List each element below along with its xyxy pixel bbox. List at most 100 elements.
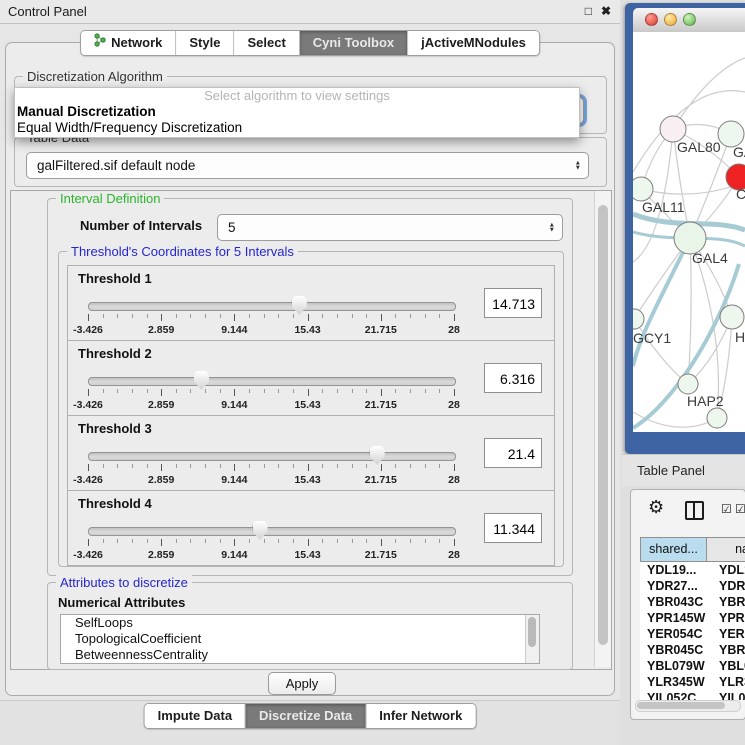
bottom-tab-infer-network[interactable]: Infer Network (365, 704, 475, 728)
dropdown-option-manual-discretization[interactable]: Manual Discretization (15, 104, 579, 120)
tick-mark (381, 464, 382, 471)
network-node[interactable] (633, 309, 644, 329)
group-title: Interval Definition (56, 191, 164, 206)
tick-mark (410, 464, 411, 468)
tab-jactivemnodules[interactable]: jActiveMNodules (407, 31, 539, 55)
number-of-intervals-value: 5 (228, 215, 236, 240)
tick-label: -3.426 (73, 324, 103, 336)
table-row[interactable]: YER054CYER0 (640, 626, 745, 642)
slider-thumb[interactable] (194, 371, 209, 390)
table-row[interactable]: YLR345WYLR3 (640, 674, 745, 690)
attribute-list-item[interactable]: SelfLoops (61, 615, 539, 631)
table-row[interactable]: YBL079WYBL0 (640, 658, 745, 674)
scrollbar-thumb[interactable] (598, 205, 608, 645)
slider-track[interactable] (88, 527, 456, 536)
slider-ticks (88, 539, 454, 548)
tick-mark (190, 539, 191, 543)
checkbox-icon[interactable]: ☑ (735, 502, 745, 516)
network-canvas[interactable]: GAL80GACGAL11GAL4GCY1HHAP2 (633, 32, 745, 432)
tick-mark (220, 314, 221, 318)
bottom-tab-discretize-data[interactable]: Discretize Data (245, 704, 365, 728)
slider-thumb[interactable] (292, 296, 307, 315)
threshold-slider[interactable]: -3.4262.8599.14415.4321.71528 (86, 444, 460, 488)
tick-mark (132, 539, 133, 543)
slider-track[interactable] (88, 302, 456, 311)
tick-mark (322, 539, 323, 543)
slider-thumb[interactable] (370, 446, 385, 465)
tick-mark (439, 539, 440, 543)
tick-mark (410, 539, 411, 543)
tick-mark (278, 389, 279, 393)
network-node[interactable] (633, 177, 653, 201)
scrollbar-thumb[interactable] (528, 617, 536, 647)
cell-name: YBR0 (707, 594, 745, 610)
scrollbar-thumb[interactable] (637, 702, 725, 709)
close-panel-icon[interactable]: ✖ (601, 0, 611, 23)
table-row[interactable]: YDL19...YDL1 (640, 562, 745, 578)
horizontal-scrollbar[interactable] (635, 700, 741, 712)
threshold-slider[interactable]: -3.4262.8599.14415.4321.71528 (86, 519, 460, 563)
threshold-value-field[interactable]: 21.4 (484, 438, 542, 468)
attribute-list-item[interactable]: BetweennessCentrality (61, 647, 539, 663)
slider-ticks (88, 314, 454, 323)
tick-mark (103, 389, 104, 393)
tick-mark (293, 539, 294, 543)
bottom-tab-label: Impute Data (158, 704, 232, 728)
tab-style[interactable]: Style (175, 31, 233, 55)
gear-icon[interactable]: ⚙ (648, 497, 664, 518)
numerical-attributes-list[interactable]: SelfLoopsTopologicalCoefficientBetweenne… (60, 614, 540, 664)
attribute-list-item[interactable]: TopologicalCoefficient (61, 631, 539, 647)
vertical-scrollbar[interactable] (594, 191, 611, 667)
dropdown-option-equal-width-frequency[interactable]: Equal Width/Frequency Discretization (15, 120, 579, 136)
list-scrollbar[interactable] (525, 615, 539, 663)
network-node[interactable] (720, 305, 744, 329)
slider-thumb[interactable] (253, 521, 268, 540)
control-panel-titlebar: Control Panel □ ✖ (0, 0, 620, 24)
network-node[interactable] (678, 374, 698, 394)
number-of-intervals-label: Number of Intervals (80, 218, 202, 233)
threshold-value-field[interactable]: 11.344 (484, 513, 542, 543)
tick-mark (161, 389, 162, 396)
number-of-intervals-combobox[interactable]: 5 ▲▼ (217, 214, 563, 241)
threshold-slider[interactable]: -3.4262.8599.14415.4321.71528 (86, 294, 460, 338)
table-row[interactable]: YBR045CYBR0 (640, 642, 745, 658)
slider-track[interactable] (88, 377, 456, 386)
tick-mark (366, 539, 367, 543)
tick-mark (454, 389, 455, 396)
zoom-traffic-light-icon[interactable] (683, 13, 696, 26)
table-row[interactable]: YBR043CYBR0 (640, 594, 745, 610)
close-traffic-light-icon[interactable] (645, 13, 658, 26)
bottom-tab-label: Discretize Data (259, 704, 352, 728)
tick-mark (234, 464, 235, 471)
network-node[interactable] (707, 408, 727, 428)
tab-cyni-toolbox[interactable]: Cyni Toolbox (299, 31, 407, 55)
tick-label: 2.859 (148, 324, 174, 336)
tab-network[interactable]: Network (81, 31, 175, 55)
bottom-tab-impute-data[interactable]: Impute Data (145, 704, 245, 728)
table-row[interactable]: YDR27...YDR2 (640, 578, 745, 594)
tab-select[interactable]: Select (233, 31, 298, 55)
minimize-traffic-light-icon[interactable] (664, 13, 677, 26)
slider-tick-labels: -3.4262.8599.14415.4321.71528 (88, 474, 454, 486)
tick-mark (425, 389, 426, 393)
table-row[interactable]: YIL052CYIL0 (640, 690, 745, 700)
threshold-value-field[interactable]: 14.713 (484, 288, 542, 318)
node-label: GCY1 (633, 330, 671, 346)
checkbox-icon[interactable]: ☑ (721, 502, 732, 516)
tick-mark (176, 539, 177, 543)
tick-mark (395, 539, 396, 543)
slider-ticks (88, 389, 454, 398)
table-data-combobox[interactable]: galFiltered.sif default node ▲▼ (26, 152, 589, 179)
threshold-slider[interactable]: -3.4262.8599.14415.4321.71528 (86, 369, 460, 413)
tick-mark (190, 389, 191, 393)
tick-mark (264, 539, 265, 543)
apply-button[interactable]: Apply (268, 672, 336, 695)
column-header-shared[interactable]: shared... (640, 537, 707, 562)
threshold-value-field[interactable]: 6.316 (484, 363, 542, 393)
slider-track[interactable] (88, 452, 456, 461)
float-window-icon[interactable]: □ (585, 0, 592, 23)
table-row[interactable]: YPR145WYPR1 (640, 610, 745, 626)
column-header-name[interactable]: na (707, 537, 745, 562)
tick-mark (220, 539, 221, 543)
columns-icon[interactable] (685, 501, 704, 520)
